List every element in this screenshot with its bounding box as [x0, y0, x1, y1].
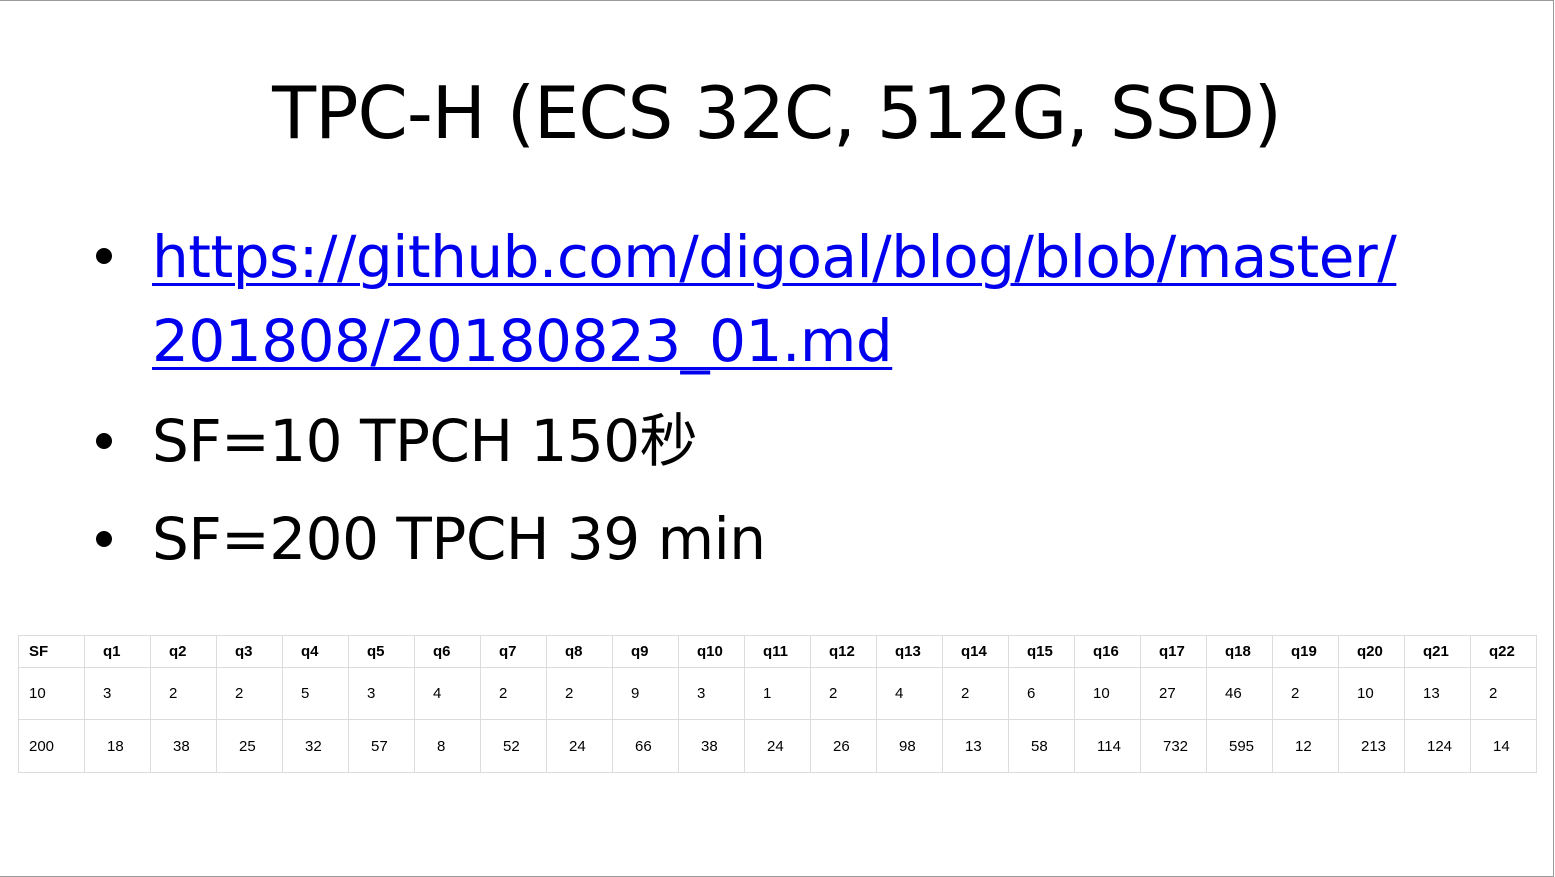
table-cell: 98 [876, 719, 943, 773]
github-link-line2[interactable]: 201808/20180823_01.md [152, 299, 893, 383]
bullet-sf10: SF=10 TPCH 150秒 [152, 407, 698, 475]
tpch-timing-table: SF q1 q2 q3 q4 q5 q6 q7 q8 q9 q10 q11 q12 q13 q14 q15 q1… [18, 635, 1537, 773]
bullet-marker [96, 433, 112, 449]
table-cell: 4 [876, 667, 943, 720]
table-header-cell: SF [18, 635, 85, 668]
table-row: 10 3 2 2 5 3 4 2 2 9 3 1 2 4 2 6 10 27 46 2 10 13 2 [18, 667, 1537, 720]
table-header-cell: q5 [348, 635, 415, 668]
table-cell: 52 [480, 719, 547, 773]
table-cell: 2 [150, 667, 217, 720]
table-cell: 6 [1008, 667, 1075, 720]
table-cell: 3 [678, 667, 745, 720]
table-header-row: SF q1 q2 q3 q4 q5 q6 q7 q8 q9 q10 q11 q12 q13 q14 q15 q1… [18, 635, 1537, 668]
table-header-cell: q17 [1140, 635, 1207, 668]
table-header-cell: q20 [1338, 635, 1405, 668]
table-header-cell: q8 [546, 635, 613, 668]
table-header-cell: q6 [414, 635, 481, 668]
table-cell: 10 [18, 667, 85, 720]
table-header-cell: q22 [1470, 635, 1537, 668]
table-cell: 200 [18, 719, 85, 773]
table-header-cell: q2 [150, 635, 217, 668]
table-cell: 38 [678, 719, 745, 773]
table-cell: 24 [744, 719, 811, 773]
table-cell: 25 [216, 719, 283, 773]
table-cell: 8 [414, 719, 481, 773]
table-cell: 26 [810, 719, 877, 773]
table-cell: 114 [1074, 719, 1141, 773]
table-cell: 2 [216, 667, 283, 720]
table-header-cell: q19 [1272, 635, 1339, 668]
bullet-sf200: SF=200 TPCH 39 min [152, 505, 766, 573]
table-cell: 2 [1272, 667, 1339, 720]
table-cell: 213 [1338, 719, 1405, 773]
table-header-cell: q21 [1404, 635, 1471, 668]
bullet-marker [96, 248, 112, 264]
table-cell: 18 [84, 719, 151, 773]
table-cell: 2 [810, 667, 877, 720]
table-header-cell: q9 [612, 635, 679, 668]
table-header-cell: q10 [678, 635, 745, 668]
table-row: 200 18 38 25 32 57 8 52 24 66 38 24 26 98 13 58 114 732 59… [18, 719, 1537, 773]
table-cell: 38 [150, 719, 217, 773]
table-cell: 46 [1206, 667, 1273, 720]
table-cell: 3 [84, 667, 151, 720]
table-cell: 57 [348, 719, 415, 773]
table-cell: 2 [1470, 667, 1537, 720]
table-header-cell: q13 [876, 635, 943, 668]
table-cell: 14 [1470, 719, 1537, 773]
table-cell: 3 [348, 667, 415, 720]
slide: TPC-H (ECS 32C, 512G, SSD) https://githu… [0, 0, 1554, 877]
table-header-cell: q11 [744, 635, 811, 668]
table-header-cell: q7 [480, 635, 547, 668]
table-cell: 2 [942, 667, 1009, 720]
table-cell: 10 [1338, 667, 1405, 720]
table-header-cell: q1 [84, 635, 151, 668]
table-cell: 24 [546, 719, 613, 773]
table-cell: 13 [942, 719, 1009, 773]
table-cell: 4 [414, 667, 481, 720]
table-header-cell: q15 [1008, 635, 1075, 668]
table-cell: 124 [1404, 719, 1471, 773]
table-header-cell: q14 [942, 635, 1009, 668]
table-cell: 13 [1404, 667, 1471, 720]
table-cell: 10 [1074, 667, 1141, 720]
table-header-cell: q12 [810, 635, 877, 668]
github-link-line1[interactable]: https://github.com/digoal/blog/blob/mast… [152, 215, 1397, 299]
table-cell: 595 [1206, 719, 1273, 773]
table-cell: 32 [282, 719, 349, 773]
bullet-marker [96, 531, 112, 547]
table-cell: 2 [546, 667, 613, 720]
bullet-list: https://github.com/digoal/blog/blob/mast… [0, 1, 1553, 621]
table-cell: 1 [744, 667, 811, 720]
table-header-cell: q16 [1074, 635, 1141, 668]
table-cell: 9 [612, 667, 679, 720]
table-header-cell: q4 [282, 635, 349, 668]
table-cell: 58 [1008, 719, 1075, 773]
table-header-cell: q18 [1206, 635, 1273, 668]
table-cell: 27 [1140, 667, 1207, 720]
table-cell: 12 [1272, 719, 1339, 773]
table-cell: 2 [480, 667, 547, 720]
table-cell: 732 [1140, 719, 1207, 773]
table-cell: 5 [282, 667, 349, 720]
table-header-cell: q3 [216, 635, 283, 668]
table-cell: 66 [612, 719, 679, 773]
